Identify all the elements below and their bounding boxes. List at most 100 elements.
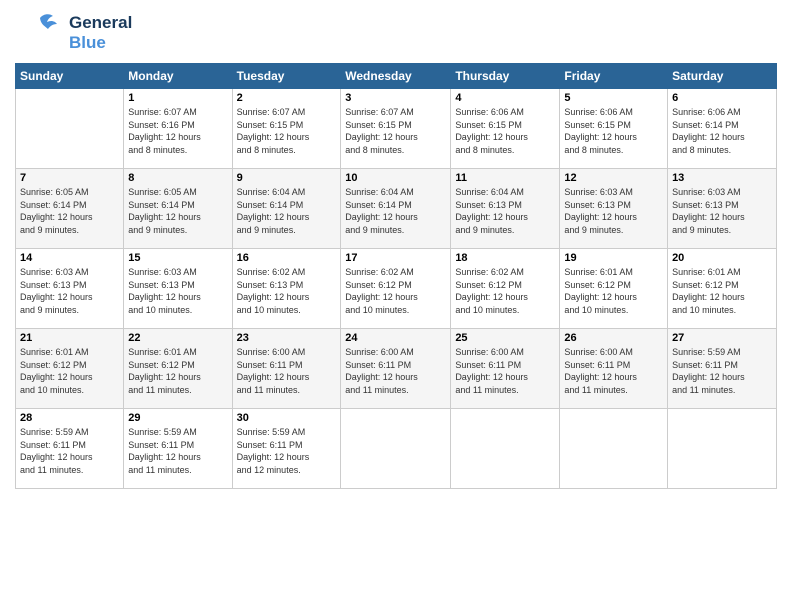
day-info: Sunrise: 6:00 AM Sunset: 6:11 PM Dayligh… [345, 346, 446, 396]
day-info: Sunrise: 6:02 AM Sunset: 6:13 PM Dayligh… [237, 266, 337, 316]
day-info: Sunrise: 6:04 AM Sunset: 6:13 PM Dayligh… [455, 186, 555, 236]
calendar-cell: 3 Sunrise: 6:07 AM Sunset: 6:15 PM Daylig… [341, 89, 451, 169]
logo-bird-icon [15, 10, 65, 55]
calendar-cell: 17 Sunrise: 6:02 AM Sunset: 6:12 PM Dayli… [341, 249, 451, 329]
day-number: 10 [345, 172, 446, 184]
day-info: Sunrise: 6:04 AM Sunset: 6:14 PM Dayligh… [237, 186, 337, 236]
calendar-week-2: 7 Sunrise: 6:05 AM Sunset: 6:14 PM Daylig… [16, 169, 777, 249]
calendar-cell: 15 Sunrise: 6:03 AM Sunset: 6:13 PM Dayli… [124, 249, 232, 329]
day-number: 30 [237, 412, 337, 424]
day-info: Sunrise: 6:06 AM Sunset: 6:15 PM Dayligh… [455, 106, 555, 156]
calendar-cell: 5 Sunrise: 6:06 AM Sunset: 6:15 PM Daylig… [560, 89, 668, 169]
weekday-header-thursday: Thursday [451, 64, 560, 89]
calendar-cell: 22 Sunrise: 6:01 AM Sunset: 6:12 PM Dayli… [124, 329, 232, 409]
day-info: Sunrise: 5:59 AM Sunset: 6:11 PM Dayligh… [237, 426, 337, 476]
calendar-cell: 6 Sunrise: 6:06 AM Sunset: 6:14 PM Daylig… [668, 89, 777, 169]
day-number: 9 [237, 172, 337, 184]
weekday-header-sunday: Sunday [16, 64, 124, 89]
calendar-week-4: 21 Sunrise: 6:01 AM Sunset: 6:12 PM Dayli… [16, 329, 777, 409]
day-info: Sunrise: 5:59 AM Sunset: 6:11 PM Dayligh… [20, 426, 119, 476]
day-info: Sunrise: 6:00 AM Sunset: 6:11 PM Dayligh… [564, 346, 663, 396]
day-number: 19 [564, 252, 663, 264]
day-info: Sunrise: 6:03 AM Sunset: 6:13 PM Dayligh… [20, 266, 119, 316]
day-info: Sunrise: 6:00 AM Sunset: 6:11 PM Dayligh… [455, 346, 555, 396]
day-number: 3 [345, 92, 446, 104]
calendar-cell [341, 409, 451, 489]
logo-name: GeneralBlue [69, 13, 132, 53]
day-info: Sunrise: 6:03 AM Sunset: 6:13 PM Dayligh… [564, 186, 663, 236]
day-info: Sunrise: 5:59 AM Sunset: 6:11 PM Dayligh… [672, 346, 772, 396]
day-number: 27 [672, 332, 772, 344]
calendar-cell: 16 Sunrise: 6:02 AM Sunset: 6:13 PM Dayli… [232, 249, 341, 329]
calendar-cell: 27 Sunrise: 5:59 AM Sunset: 6:11 PM Dayli… [668, 329, 777, 409]
day-info: Sunrise: 6:07 AM Sunset: 6:16 PM Dayligh… [128, 106, 227, 156]
calendar-cell: 13Sunrise: 6:03 AM Sunset: 6:13 PM Dayli… [668, 169, 777, 249]
calendar-week-3: 14Sunrise: 6:03 AM Sunset: 6:13 PM Dayli… [16, 249, 777, 329]
day-number: 8 [128, 172, 227, 184]
day-info: Sunrise: 6:03 AM Sunset: 6:13 PM Dayligh… [128, 266, 227, 316]
calendar-header-row: SundayMondayTuesdayWednesdayThursdayFrid… [16, 64, 777, 89]
calendar-cell: 2 Sunrise: 6:07 AM Sunset: 6:15 PM Daylig… [232, 89, 341, 169]
calendar-cell: 11 Sunrise: 6:04 AM Sunset: 6:13 PM Dayli… [451, 169, 560, 249]
day-number: 4 [455, 92, 555, 104]
day-info: Sunrise: 6:02 AM Sunset: 6:12 PM Dayligh… [455, 266, 555, 316]
calendar-week-5: 28 Sunrise: 5:59 AM Sunset: 6:11 PM Dayli… [16, 409, 777, 489]
day-number: 5 [564, 92, 663, 104]
calendar-cell: 30 Sunrise: 5:59 AM Sunset: 6:11 PM Dayli… [232, 409, 341, 489]
calendar-cell: 9 Sunrise: 6:04 AM Sunset: 6:14 PM Daylig… [232, 169, 341, 249]
calendar-cell: 1 Sunrise: 6:07 AM Sunset: 6:16 PM Daylig… [124, 89, 232, 169]
day-number: 12 [564, 172, 663, 184]
calendar-cell [560, 409, 668, 489]
day-info: Sunrise: 6:04 AM Sunset: 6:14 PM Dayligh… [345, 186, 446, 236]
day-number: 21 [20, 332, 119, 344]
day-info: Sunrise: 6:01 AM Sunset: 6:12 PM Dayligh… [128, 346, 227, 396]
calendar-cell: 25 Sunrise: 6:00 AM Sunset: 6:11 PM Dayli… [451, 329, 560, 409]
day-info: Sunrise: 5:59 AM Sunset: 6:11 PM Dayligh… [128, 426, 227, 476]
day-number: 24 [345, 332, 446, 344]
calendar-cell [451, 409, 560, 489]
day-number: 16 [237, 252, 337, 264]
day-number: 18 [455, 252, 555, 264]
day-info: Sunrise: 6:01 AM Sunset: 6:12 PM Dayligh… [564, 266, 663, 316]
calendar-cell: 8 Sunrise: 6:05 AM Sunset: 6:14 PM Daylig… [124, 169, 232, 249]
calendar-cell: 20 Sunrise: 6:01 AM Sunset: 6:12 PM Dayli… [668, 249, 777, 329]
day-number: 11 [455, 172, 555, 184]
calendar-cell: 10 Sunrise: 6:04 AM Sunset: 6:14 PM Dayli… [341, 169, 451, 249]
calendar-cell: 14Sunrise: 6:03 AM Sunset: 6:13 PM Dayli… [16, 249, 124, 329]
day-number: 23 [237, 332, 337, 344]
calendar-cell: 18 Sunrise: 6:02 AM Sunset: 6:12 PM Dayli… [451, 249, 560, 329]
calendar-cell: 28 Sunrise: 5:59 AM Sunset: 6:11 PM Dayli… [16, 409, 124, 489]
day-number: 13 [672, 172, 772, 184]
calendar-week-1: 1 Sunrise: 6:07 AM Sunset: 6:16 PM Daylig… [16, 89, 777, 169]
calendar-table: SundayMondayTuesdayWednesdayThursdayFrid… [15, 63, 777, 489]
day-info: Sunrise: 6:01 AM Sunset: 6:12 PM Dayligh… [672, 266, 772, 316]
day-info: Sunrise: 6:05 AM Sunset: 6:14 PM Dayligh… [128, 186, 227, 236]
weekday-header-friday: Friday [560, 64, 668, 89]
day-number: 25 [455, 332, 555, 344]
calendar-cell [668, 409, 777, 489]
day-number: 7 [20, 172, 119, 184]
calendar-cell: 7Sunrise: 6:05 AM Sunset: 6:14 PM Daylig… [16, 169, 124, 249]
calendar-cell: 12 Sunrise: 6:03 AM Sunset: 6:13 PM Dayli… [560, 169, 668, 249]
day-info: Sunrise: 6:06 AM Sunset: 6:15 PM Dayligh… [564, 106, 663, 156]
day-number: 17 [345, 252, 446, 264]
calendar-cell: 26 Sunrise: 6:00 AM Sunset: 6:11 PM Dayli… [560, 329, 668, 409]
calendar-cell: 24 Sunrise: 6:00 AM Sunset: 6:11 PM Dayli… [341, 329, 451, 409]
day-number: 29 [128, 412, 227, 424]
day-info: Sunrise: 6:06 AM Sunset: 6:14 PM Dayligh… [672, 106, 772, 156]
day-number: 26 [564, 332, 663, 344]
day-number: 28 [20, 412, 119, 424]
day-number: 2 [237, 92, 337, 104]
day-number: 22 [128, 332, 227, 344]
day-number: 6 [672, 92, 772, 104]
weekday-header-monday: Monday [124, 64, 232, 89]
calendar-cell: 19 Sunrise: 6:01 AM Sunset: 6:12 PM Dayli… [560, 249, 668, 329]
day-info: Sunrise: 6:02 AM Sunset: 6:12 PM Dayligh… [345, 266, 446, 316]
day-info: Sunrise: 6:07 AM Sunset: 6:15 PM Dayligh… [345, 106, 446, 156]
day-number: 15 [128, 252, 227, 264]
weekday-header-wednesday: Wednesday [341, 64, 451, 89]
day-number: 20 [672, 252, 772, 264]
calendar-cell: 21Sunrise: 6:01 AM Sunset: 6:12 PM Dayli… [16, 329, 124, 409]
day-number: 1 [128, 92, 227, 104]
day-info: Sunrise: 6:07 AM Sunset: 6:15 PM Dayligh… [237, 106, 337, 156]
